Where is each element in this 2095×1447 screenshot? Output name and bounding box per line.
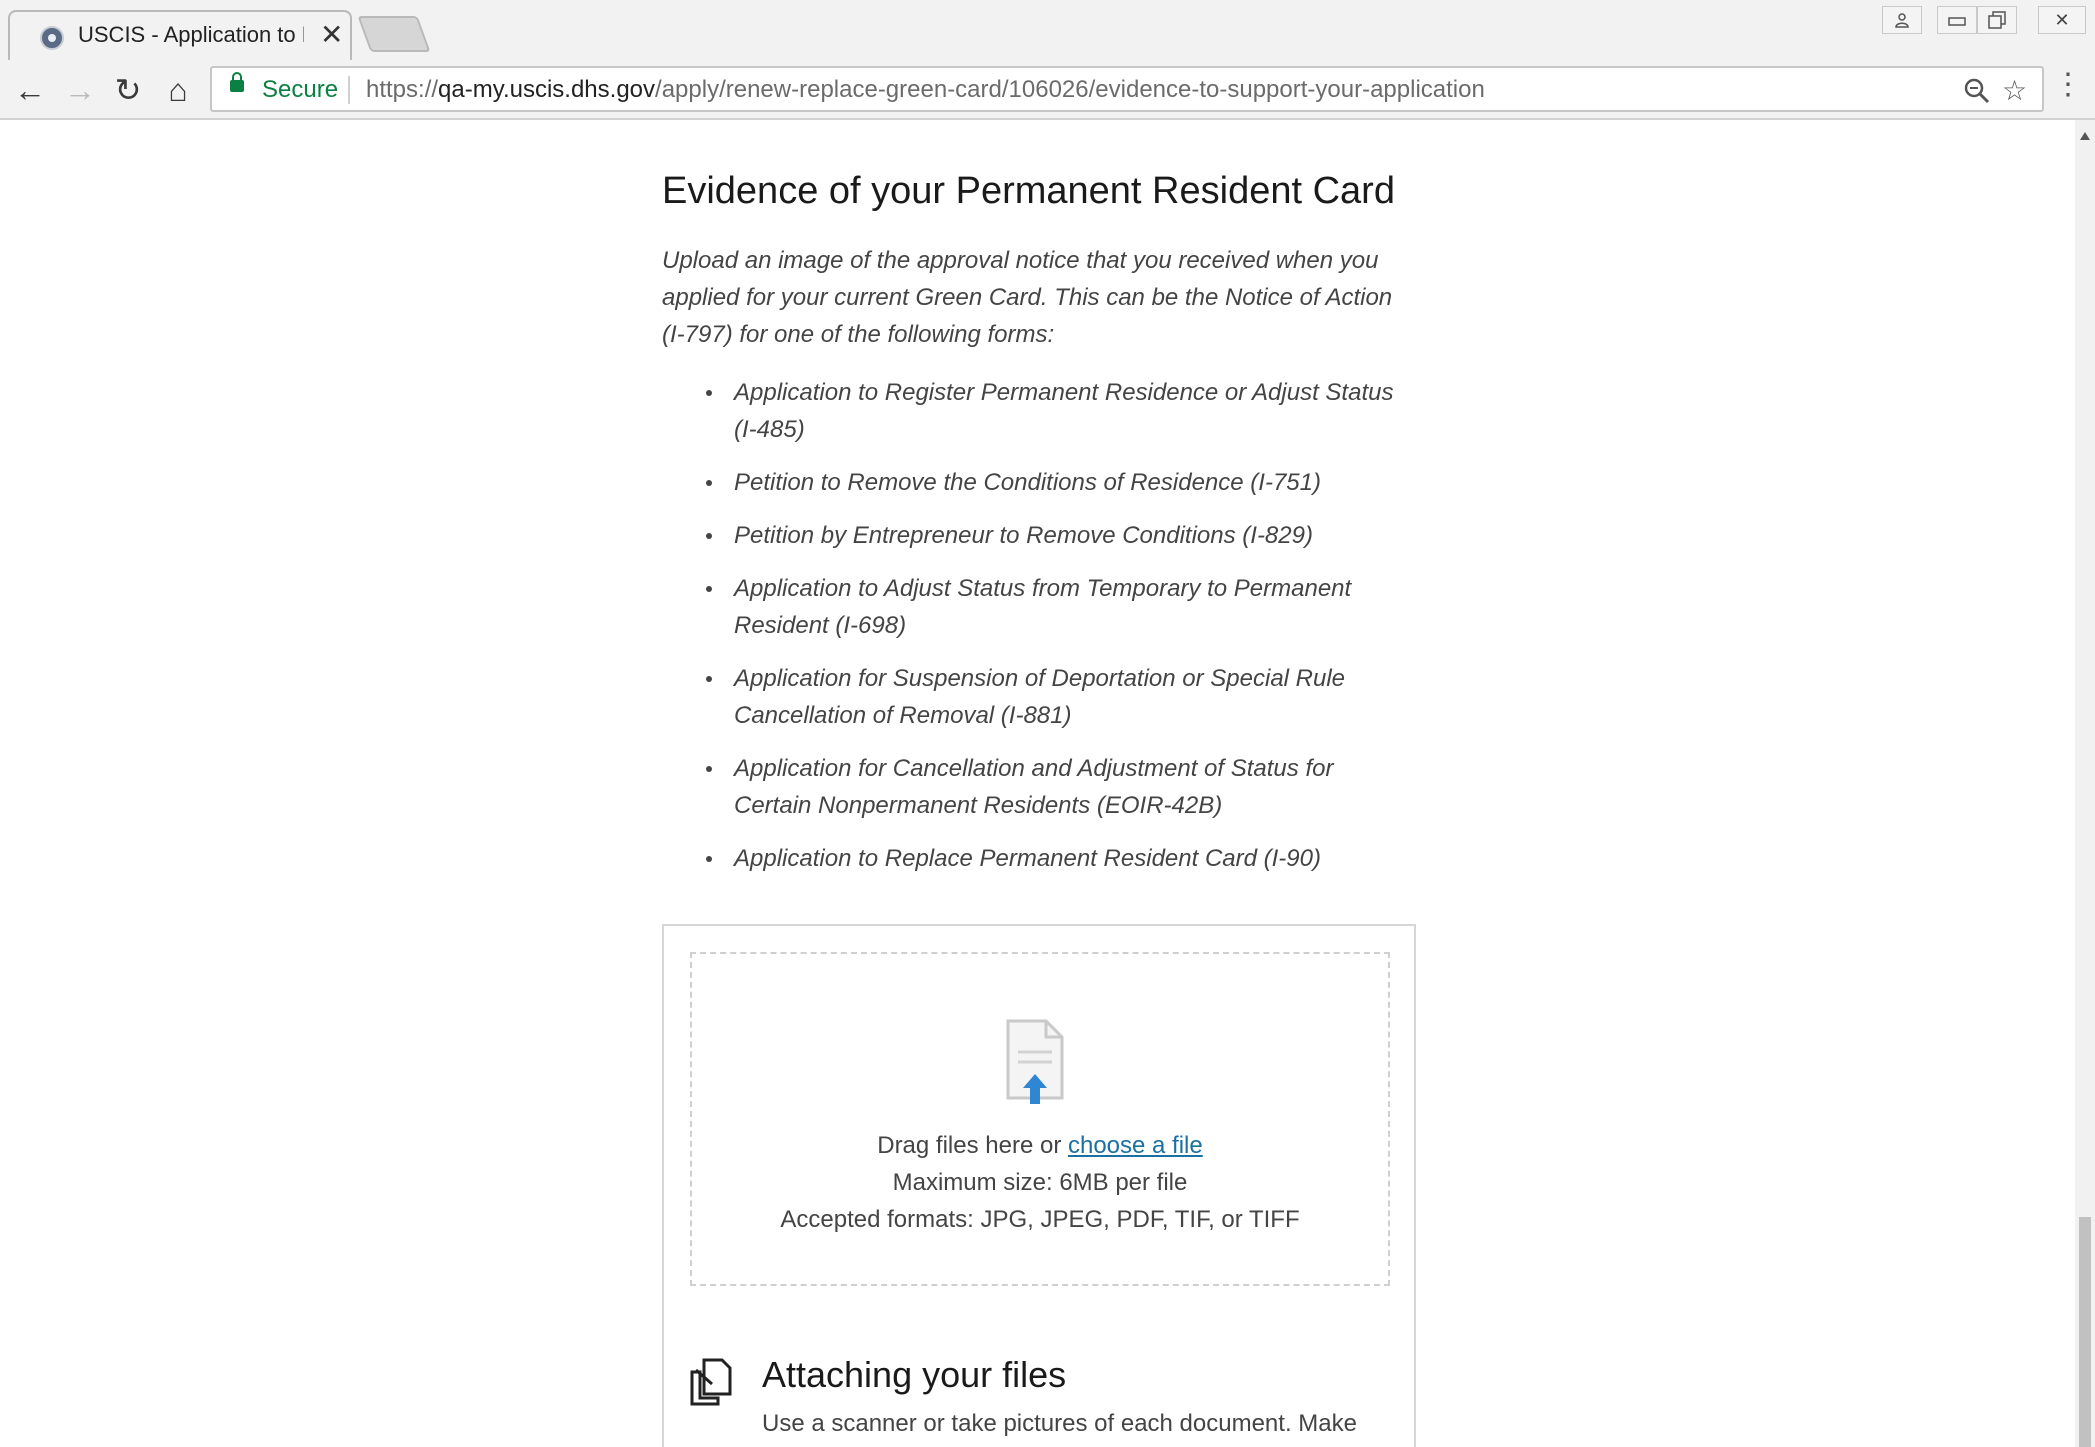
- scrollbar-thumb[interactable]: [2079, 1217, 2091, 1447]
- tab-close-icon[interactable]: ✕: [320, 18, 343, 51]
- choose-file-link[interactable]: choose a file: [1068, 1132, 1203, 1159]
- url-path: /apply/renew-replace-green-card/106026/e…: [655, 76, 1485, 103]
- form-list: Application to Register Permanent Reside…: [662, 374, 1416, 893]
- accepted-formats-text: Accepted formats: JPG, JPEG, PDF, TIF, o…: [780, 1206, 1300, 1233]
- url-text[interactable]: https://qa-my.uscis.dhs.gov/apply/renew-…: [366, 76, 1485, 104]
- lock-icon: [230, 72, 244, 92]
- browser-tab-active[interactable]: USCIS - Application to Re ✕: [8, 10, 352, 62]
- page-viewport: Evidence of your Permanent Resident Card…: [0, 120, 2075, 1447]
- list-item: Application to Register Permanent Reside…: [706, 374, 1416, 448]
- list-item: Application to Adjust Status from Tempor…: [706, 570, 1416, 644]
- file-dropzone[interactable]: Drag files here or choose a file Maximum…: [690, 952, 1390, 1286]
- zoom-icon[interactable]: [1964, 74, 1990, 111]
- close-icon: ✕: [2054, 10, 2070, 30]
- browser-toolbar: ← → ↻ ⌂ Secure https://qa-my.uscis.dhs.g…: [0, 60, 2095, 120]
- upload-card: Drag files here or choose a file Maximum…: [662, 924, 1416, 1447]
- documents-icon: [690, 1358, 732, 1406]
- section-intro: Upload an image of the approval notice t…: [662, 247, 1393, 348]
- restore-button[interactable]: [1977, 6, 2017, 34]
- attach-text: Use a scanner or take pictures of each d…: [762, 1410, 1357, 1437]
- profile-icon[interactable]: [1882, 6, 1922, 34]
- section-title: Evidence of your Permanent Resident Card: [662, 170, 1395, 212]
- list-item: Application for Cancellation and Adjustm…: [706, 750, 1416, 824]
- list-item: Petition to Remove the Conditions of Res…: [706, 464, 1416, 501]
- address-bar[interactable]: Secure https://qa-my.uscis.dhs.gov/apply…: [210, 66, 2044, 112]
- reload-button[interactable]: ↻: [108, 70, 148, 110]
- home-button[interactable]: ⌂: [158, 70, 198, 110]
- attach-title: Attaching your files: [762, 1354, 1067, 1395]
- forward-button[interactable]: →: [60, 70, 100, 110]
- vertical-scrollbar[interactable]: [2075, 120, 2095, 1447]
- new-tab-button[interactable]: [357, 16, 431, 52]
- drop-instructions: Drag files here or choose a file: [692, 1132, 1388, 1160]
- address-divider: [348, 76, 350, 104]
- uscis-seal-icon: [40, 26, 64, 50]
- scroll-up-arrow-icon[interactable]: [2080, 132, 2090, 140]
- file-upload-icon: [1006, 1019, 1064, 1104]
- back-button[interactable]: ←: [10, 70, 50, 110]
- browser-menu-icon[interactable]: ⋮: [2053, 70, 2083, 100]
- list-item: Application to Replace Permanent Residen…: [706, 840, 1416, 877]
- browser-titlebar: USCIS - Application to Re ✕ ✕: [0, 0, 2095, 62]
- tab-title: USCIS - Application to Re: [78, 22, 304, 47]
- url-host: qa-my.uscis.dhs.gov: [438, 76, 656, 103]
- bookmark-star-icon[interactable]: ☆: [2002, 74, 2027, 107]
- list-item: Petition by Entrepreneur to Remove Condi…: [706, 517, 1416, 554]
- max-size-text: Maximum size: 6MB per file: [892, 1169, 1188, 1196]
- secure-label: Secure: [262, 76, 339, 103]
- list-item: Application for Suspension of Deportatio…: [706, 660, 1416, 734]
- url-scheme: https://: [366, 76, 439, 103]
- minimize-button[interactable]: [1937, 6, 1977, 34]
- close-window-button[interactable]: ✕: [2038, 6, 2086, 34]
- drag-text: Drag files here or: [877, 1132, 1068, 1159]
